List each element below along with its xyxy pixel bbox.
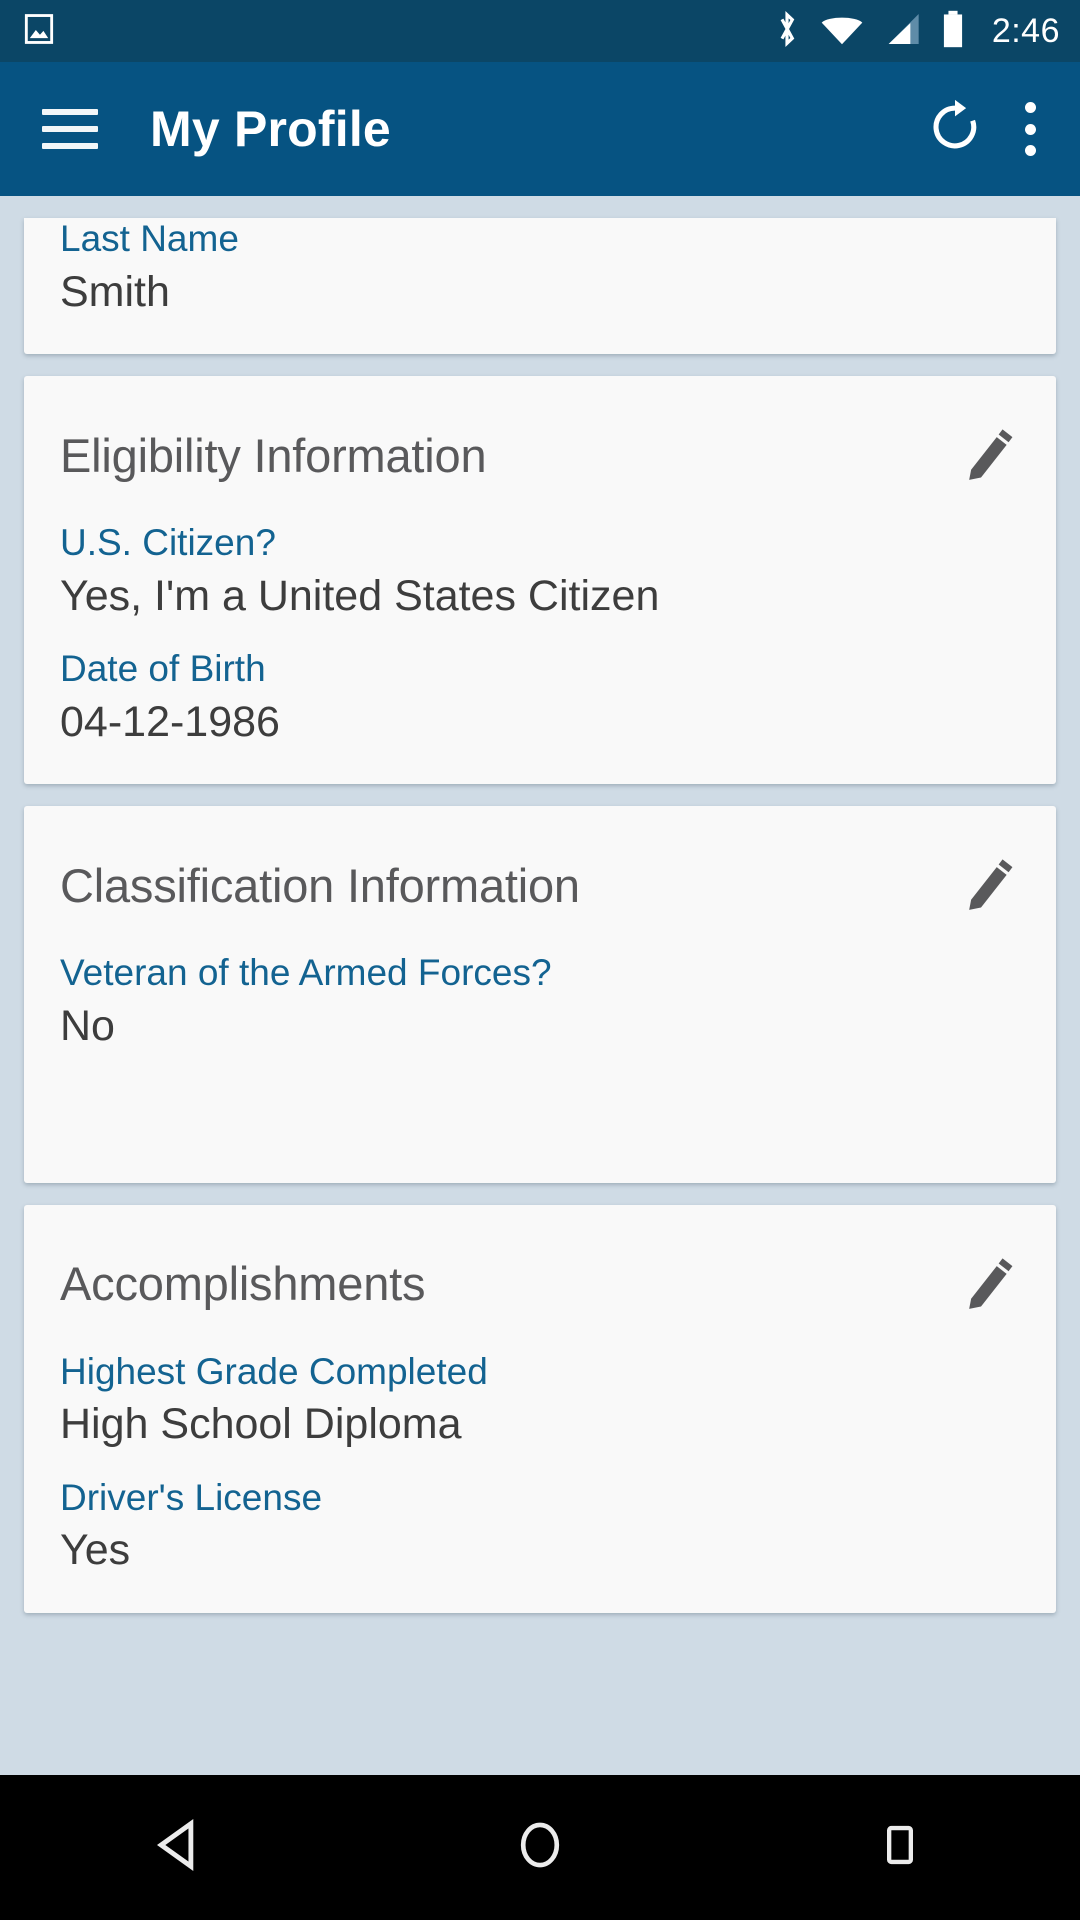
app-bar-actions	[926, 98, 1036, 161]
field-value: Yes	[60, 1526, 131, 1575]
card-eligibility-information: Eligibility Information U.S. Citizen? Ye…	[24, 376, 1056, 785]
card-bottom-spacer	[24, 318, 1056, 344]
field-label: Veteran of the Armed Forces?	[60, 952, 552, 994]
field-label: U.S. Citizen?	[60, 522, 276, 564]
card-header: Accomplishments	[24, 1205, 1056, 1325]
pencil-edit-icon[interactable]	[958, 1253, 1020, 1315]
field-row: Date of Birth 04-12-1986	[24, 648, 1056, 748]
hamburger-menu-icon[interactable]	[42, 109, 98, 149]
field-label: Driver's License	[60, 1476, 323, 1518]
card-personal-information: Last Name Smith	[24, 218, 1056, 355]
battery-icon	[940, 9, 966, 54]
refresh-icon[interactable]	[926, 98, 984, 161]
field-row: Driver's License Yes	[24, 1477, 1056, 1577]
field-value: Yes, I'm a United States Citizen	[60, 571, 660, 620]
field-row: Highest Grade Completed High School Dipl…	[24, 1351, 1056, 1451]
wifi-icon	[820, 12, 864, 51]
field-label: Highest Grade Completed	[60, 1350, 488, 1392]
photo-icon	[20, 10, 58, 53]
status-system-icons: 2:46	[772, 9, 1060, 54]
card-header: Eligibility Information	[24, 376, 1056, 496]
card-bottom-spacer	[24, 1053, 1056, 1173]
card-bottom-spacer	[24, 748, 1056, 774]
app-bar: My Profile	[0, 62, 1080, 196]
card-bottom-spacer	[24, 1577, 1056, 1603]
profile-scroll-content[interactable]: Last Name Smith Eligibility Information …	[0, 196, 1080, 1775]
recents-button[interactable]	[815, 1775, 985, 1920]
square-recents-icon	[874, 1819, 926, 1876]
field-value: 04-12-1986	[60, 697, 280, 746]
field-label: Last Name	[60, 218, 239, 259]
card-title: Eligibility Information	[60, 428, 487, 482]
field-value: No	[60, 1001, 115, 1050]
card-header: Classification Information	[24, 806, 1056, 926]
field-row: Last Name Smith	[24, 218, 1056, 318]
system-navigation-bar	[0, 1775, 1080, 1920]
field-label: Date of Birth	[60, 648, 266, 690]
back-button[interactable]	[95, 1775, 265, 1920]
field-row: Veteran of the Armed Forces? No	[24, 952, 1056, 1052]
card-classification-information: Classification Information Veteran of th…	[24, 806, 1056, 1183]
phone-screen: 2:46 My Profile Last Name Smith Eligibil…	[0, 0, 1080, 1920]
circle-home-icon	[512, 1817, 568, 1878]
status-notifications	[20, 10, 772, 53]
field-row: U.S. Citizen? Yes, I'm a United States C…	[24, 522, 1056, 622]
home-button[interactable]	[455, 1775, 625, 1920]
more-vertical-icon[interactable]	[1024, 102, 1036, 156]
card-title: Classification Information	[60, 858, 580, 912]
field-value: High School Diploma	[60, 1400, 462, 1449]
cellular-signal-icon	[882, 12, 922, 51]
field-value: Smith	[60, 267, 170, 316]
status-clock: 2:46	[991, 11, 1060, 50]
bluetooth-icon	[772, 9, 802, 54]
status-bar: 2:46	[0, 0, 1080, 62]
pencil-edit-icon[interactable]	[958, 854, 1020, 916]
card-accomplishments: Accomplishments Highest Grade Completed …	[24, 1204, 1056, 1613]
triangle-back-icon	[151, 1816, 209, 1879]
card-title: Accomplishments	[60, 1257, 426, 1311]
page-title: My Profile	[150, 101, 391, 157]
pencil-edit-icon[interactable]	[958, 424, 1020, 486]
